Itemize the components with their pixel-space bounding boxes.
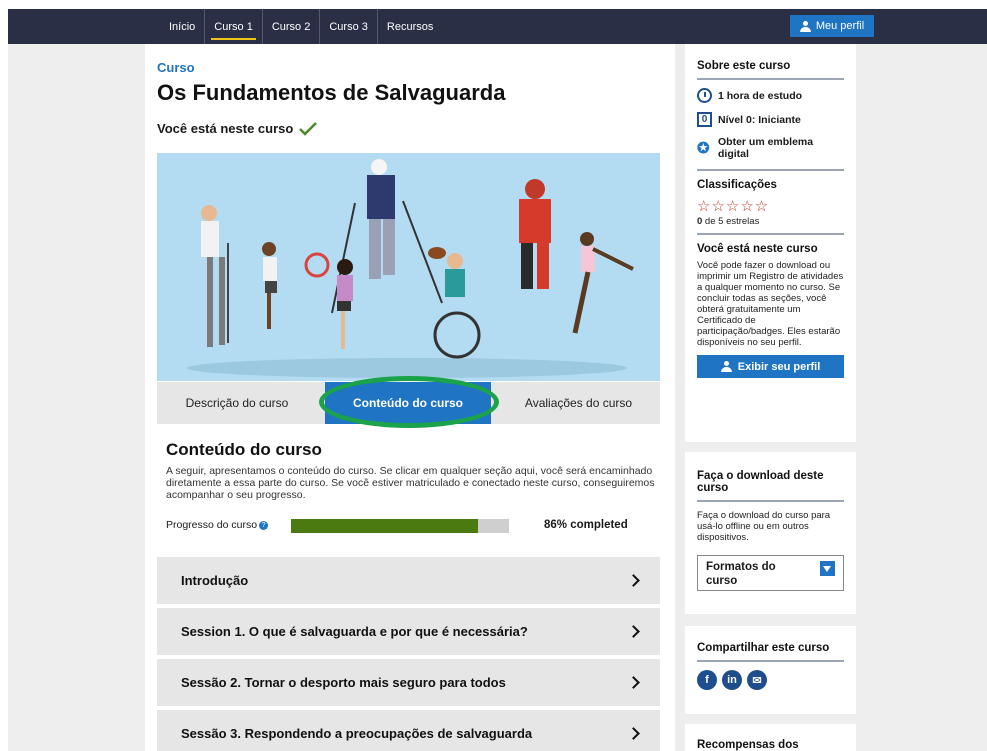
star-rating[interactable]: ☆☆☆☆☆ xyxy=(697,197,844,215)
tab-course-description[interactable]: Descrição do curso xyxy=(157,382,317,424)
enrolled-status: Você está neste curso xyxy=(157,121,318,136)
nav-item-recursos[interactable]: Recursos xyxy=(376,9,442,44)
digital-badge[interactable]: ✪ Obter um emblema digital xyxy=(697,136,844,160)
rating-text: 0 de 5 estrelas xyxy=(697,216,844,227)
download-title: Faça o download deste curso xyxy=(697,470,824,494)
level-icon: 0 xyxy=(697,112,712,127)
checkmark-icon xyxy=(299,121,318,136)
course-progress: Progresso do curso ? 86% completed xyxy=(166,517,641,533)
person-icon xyxy=(799,20,811,32)
person-icon xyxy=(720,361,732,372)
share-title: Compartilhar este curso xyxy=(697,642,830,654)
view-profile-label: Exibir seu perfil xyxy=(737,360,821,373)
content-description: A seguir, apresentamos o conteúdo do cur… xyxy=(166,465,655,501)
course-level-label: Nível 0: Iniciante xyxy=(718,113,801,126)
top-navigation-bar: Início Curso 1 Curso 2 Curso 3 Recursos … xyxy=(8,9,987,44)
my-profile-button[interactable]: Meu perfil xyxy=(790,15,874,37)
content-heading: Conteúdo do curso xyxy=(166,440,322,459)
view-profile-button[interactable]: Exibir seu perfil xyxy=(697,355,844,378)
download-text: Faça o download do curso para usá-lo off… xyxy=(697,510,831,543)
session-title: Session 1. O que é salvaguarda e por que… xyxy=(181,624,528,639)
progress-bar-fill xyxy=(291,519,479,533)
divider xyxy=(697,169,844,171)
enrolled-label: Você está neste curso xyxy=(157,121,294,136)
badge-icon: ✪ xyxy=(697,139,710,157)
session-item-introducao[interactable]: Introdução xyxy=(157,557,660,604)
highlight-ring xyxy=(319,376,499,428)
chevron-right-icon xyxy=(627,727,640,740)
divider xyxy=(697,500,844,502)
rating-suffix: de 5 estrelas xyxy=(702,216,760,227)
study-hours: 1 hora de estudo xyxy=(697,88,844,103)
course-nav: Início Curso 1 Curso 2 Curso 3 Recursos xyxy=(160,9,442,44)
main-column: Curso Os Fundamentos de Salvaguarda Você… xyxy=(145,44,675,751)
athletes-illustration xyxy=(187,159,634,378)
course-hero-image xyxy=(157,153,660,381)
divider xyxy=(697,660,844,662)
page-title: Os Fundamentos de Salvaguarda xyxy=(157,80,506,105)
nav-item-curso-2[interactable]: Curso 2 xyxy=(261,9,320,44)
session-title: Sessão 2. Tornar o desporto mais seguro … xyxy=(181,675,506,690)
facebook-icon[interactable]: f xyxy=(697,670,717,690)
progress-bar xyxy=(291,519,509,533)
divider xyxy=(697,233,844,235)
digital-badge-label: Obter um emblema digital xyxy=(718,136,814,160)
tab-course-reviews[interactable]: Avaliações do curso xyxy=(497,382,660,424)
chevron-right-icon xyxy=(627,574,640,587)
session-item-1[interactable]: Session 1. O que é salvaguarda e por que… xyxy=(157,608,660,655)
chevron-down-icon xyxy=(820,561,835,576)
info-icon[interactable]: ? xyxy=(259,520,269,530)
download-course-card: Faça o download deste curso Faça o downl… xyxy=(685,452,856,614)
session-item-2[interactable]: Sessão 2. Tornar o desporto mais seguro … xyxy=(157,659,660,706)
session-title: Introdução xyxy=(181,573,249,588)
nav-item-curso-3[interactable]: Curso 3 xyxy=(319,9,377,44)
rewards-title: Recompensas dos xyxy=(697,739,799,751)
formats-label: Formatos do curso xyxy=(706,561,776,587)
course-kicker: Curso xyxy=(157,60,195,75)
enrolled-title: Você está neste curso xyxy=(697,243,818,255)
share-course-card: Compartilhar este curso f in ✉ xyxy=(685,626,856,714)
study-hours-label: 1 hora de estudo xyxy=(718,89,803,102)
enrolled-text: Você pode fazer o download ou imprimir u… xyxy=(697,260,844,348)
my-profile-label: Meu perfil xyxy=(815,20,865,32)
course-tabs: Descrição do curso Conteúdo do curso Ava… xyxy=(157,376,660,428)
session-title: Sessão 3. Respondendo a preocupações de … xyxy=(181,726,533,741)
chevron-right-icon xyxy=(627,676,640,689)
progress-percent: 86% completed xyxy=(544,519,628,531)
linkedin-icon[interactable]: in xyxy=(722,670,742,690)
ratings-title: Classificações xyxy=(697,179,777,191)
divider xyxy=(697,78,844,80)
nav-item-inicio[interactable]: Início xyxy=(160,9,204,44)
about-course-card: Sobre este curso 1 hora de estudo 0 Níve… xyxy=(685,44,856,442)
rewards-card: Recompensas dos xyxy=(685,724,856,751)
about-title: Sobre este curso xyxy=(697,60,791,72)
nav-item-curso-1[interactable]: Curso 1 xyxy=(204,9,262,44)
session-item-3[interactable]: Sessão 3. Respondendo a preocupações de … xyxy=(157,710,660,751)
formats-select[interactable]: Formatos do curso xyxy=(697,555,844,591)
email-icon[interactable]: ✉ xyxy=(747,670,767,690)
clock-icon xyxy=(697,88,712,103)
session-list: Introdução Session 1. O que é salvaguard… xyxy=(157,557,660,751)
course-level: 0 Nível 0: Iniciante xyxy=(697,112,844,127)
social-share-buttons: f in ✉ xyxy=(697,670,844,690)
progress-label: Progresso do curso xyxy=(166,519,258,531)
chevron-right-icon xyxy=(627,625,640,638)
